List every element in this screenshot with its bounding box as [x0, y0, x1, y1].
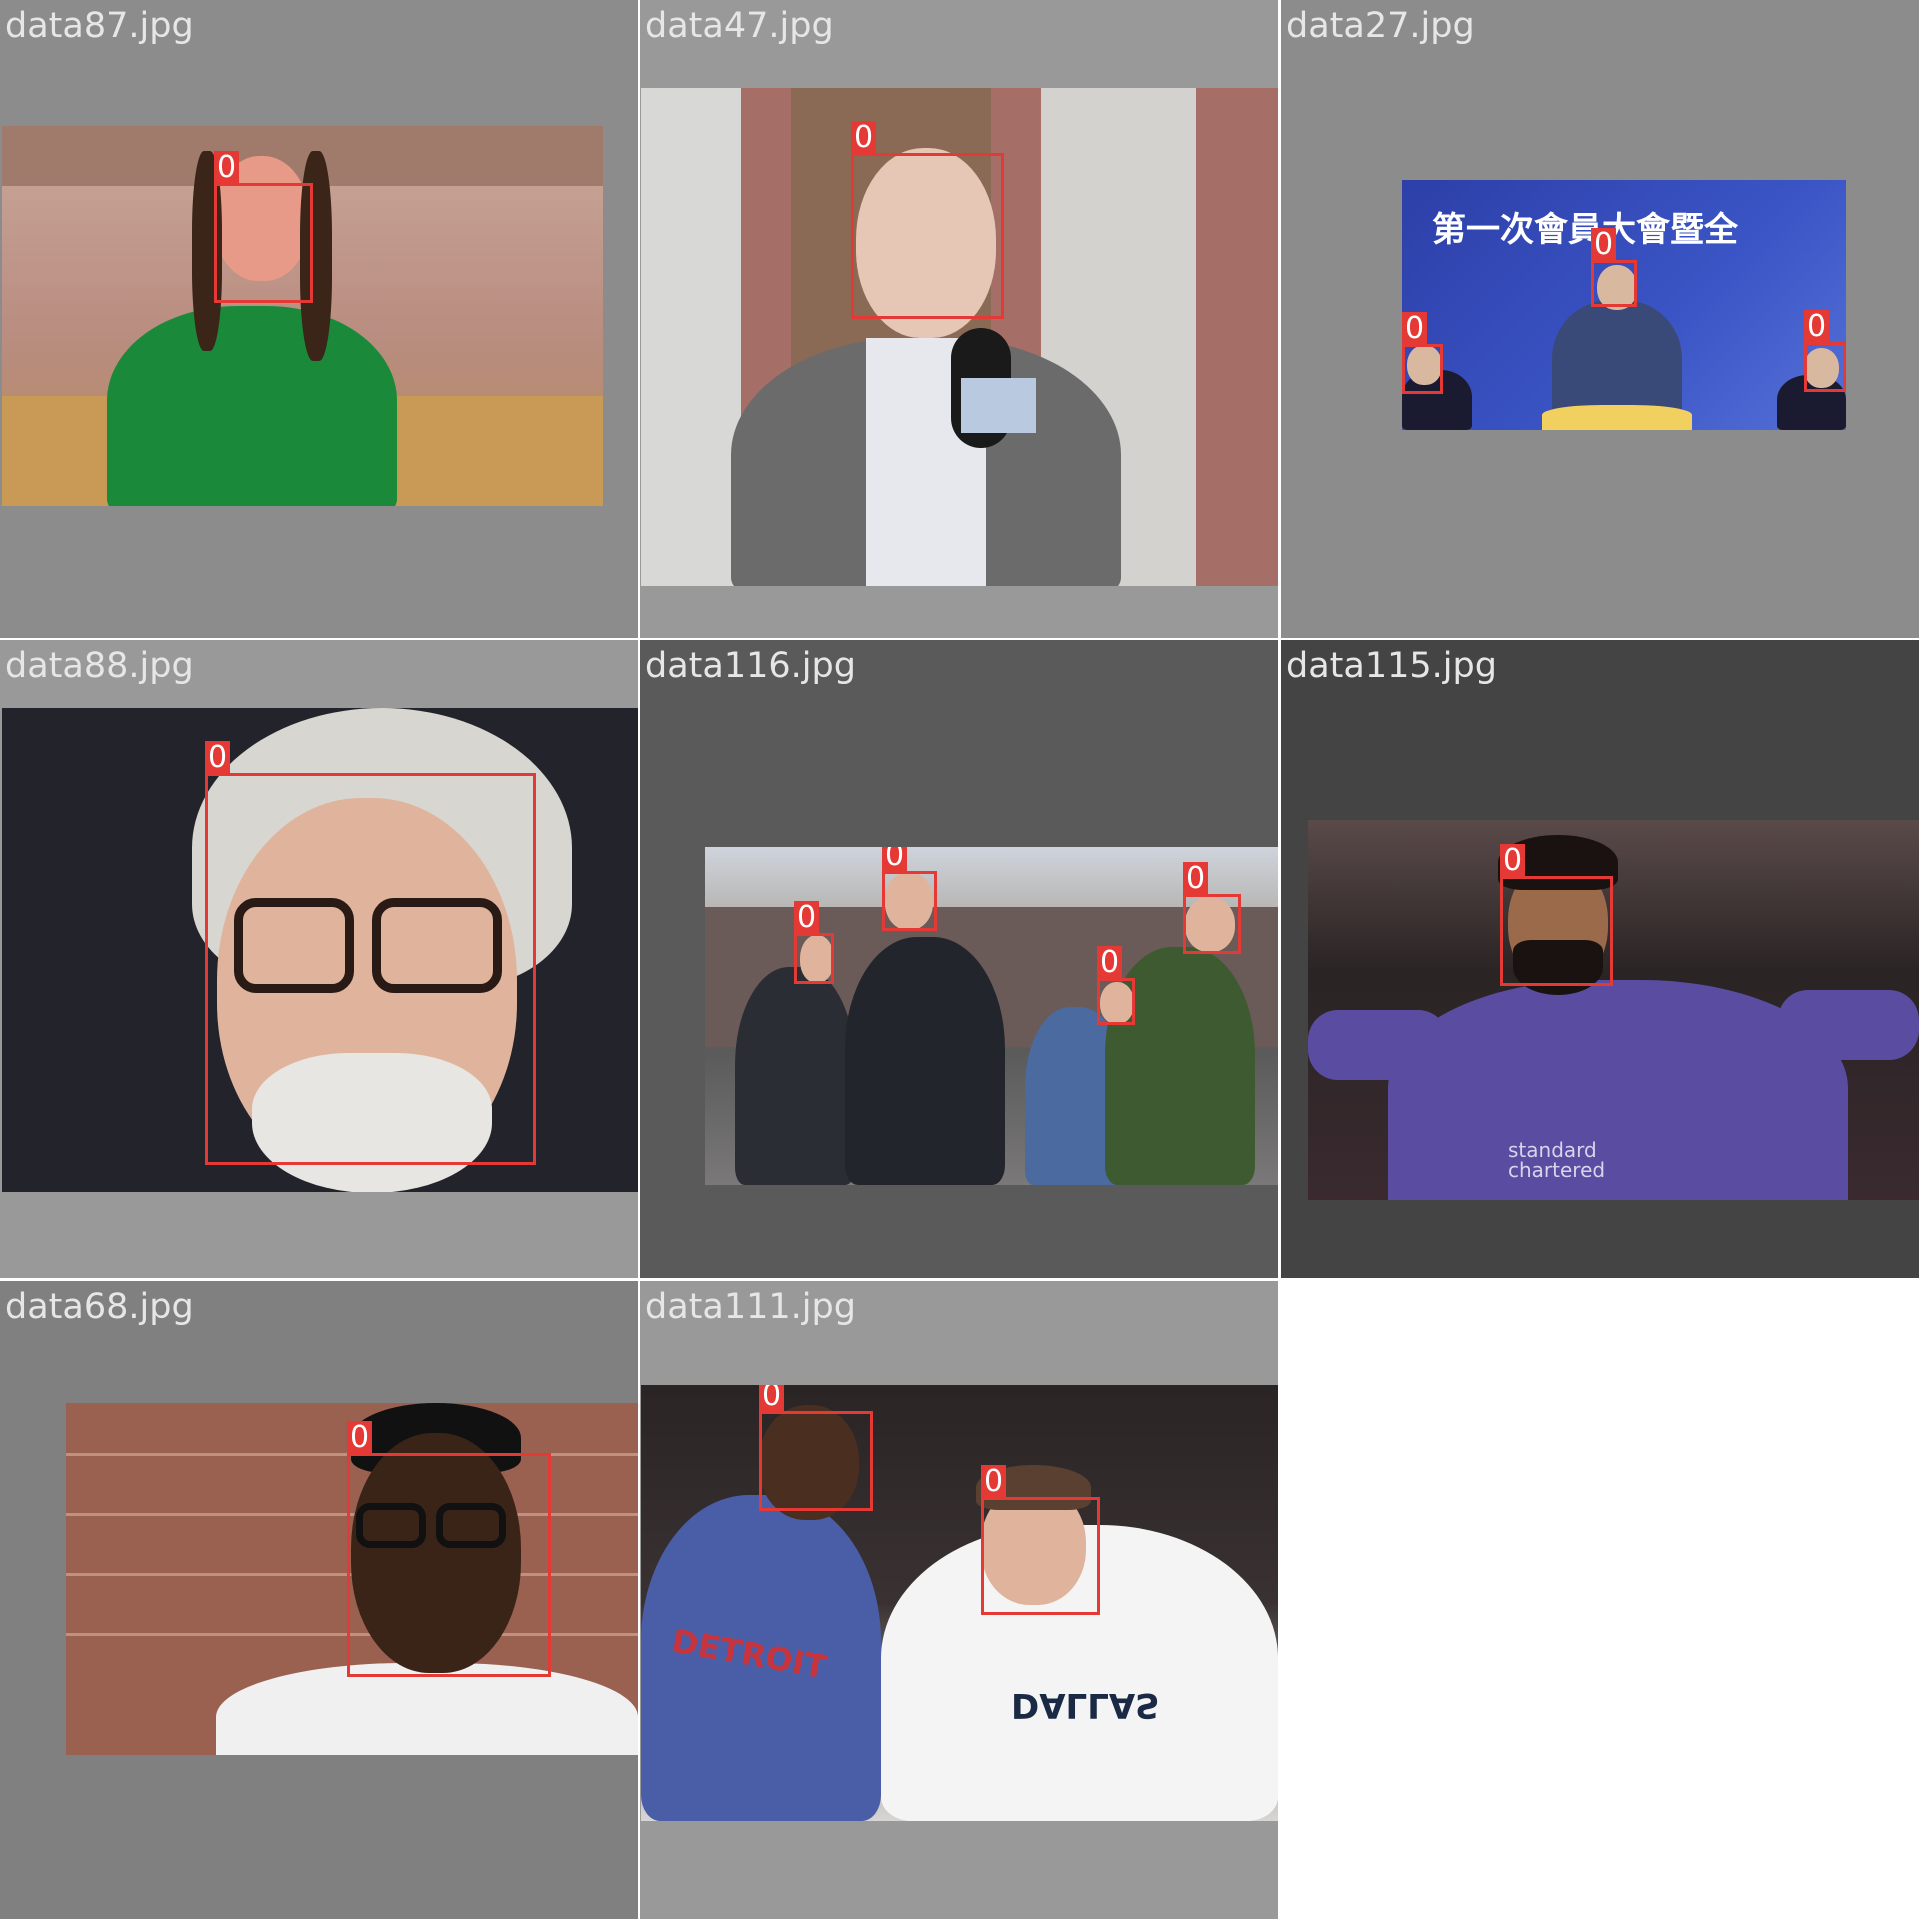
person-body	[735, 967, 855, 1185]
person-body	[107, 306, 397, 506]
jersey-text: DALLAS	[1011, 1685, 1160, 1725]
filename-label: data87.jpg	[5, 6, 194, 46]
person-body	[845, 937, 1005, 1185]
arm	[1778, 990, 1919, 1060]
class-label: 0	[794, 901, 820, 934]
class-label: 0	[851, 121, 877, 154]
class-label: 0	[1500, 844, 1526, 877]
class-label: 0	[1591, 228, 1617, 261]
class-label: 0	[1402, 312, 1428, 345]
photo-data115: standard chartered 0	[1308, 820, 1919, 1200]
face-bbox: 0	[205, 741, 536, 1165]
class-label: 0	[882, 847, 908, 872]
filename-label: data111.jpg	[645, 1287, 856, 1327]
photo-data68: 0	[66, 1403, 638, 1755]
face-bbox: 0	[1591, 228, 1637, 307]
photo-data116: 0 0 0 0	[705, 847, 1278, 1185]
face-bbox: 0	[882, 847, 937, 931]
flowers	[1542, 405, 1692, 430]
face-bbox: 0	[1402, 312, 1443, 394]
tile-data116: data116.jpg 0 0 0 0	[640, 640, 1278, 1278]
filename-label: data27.jpg	[1286, 6, 1475, 46]
tile-data111: data111.jpg DETROIT DALLAS 0 0	[640, 1281, 1278, 1919]
face-bbox: 0	[1183, 862, 1241, 954]
face-bbox: 0	[981, 1465, 1100, 1615]
face-bbox: 0	[759, 1385, 873, 1511]
tile-data27: data27.jpg 第一次會員大會暨全 0 0 0	[1281, 0, 1919, 638]
photo-data111: DETROIT DALLAS 0 0	[641, 1385, 1278, 1821]
tile-data115: data115.jpg standard chartered 0	[1281, 640, 1919, 1278]
face-bbox: 0	[1500, 844, 1613, 986]
class-label: 0	[214, 151, 240, 184]
filename-label: data88.jpg	[5, 646, 194, 686]
tile-data88: data88.jpg 0	[0, 640, 638, 1278]
face-bbox: 0	[794, 901, 834, 984]
photo-data88: 0	[2, 708, 638, 1192]
class-label: 0	[205, 741, 231, 774]
class-label: 0	[759, 1385, 785, 1412]
sponsor-text: standard chartered	[1508, 1138, 1606, 1182]
photo-data27: 第一次會員大會暨全 0 0 0	[1402, 180, 1846, 430]
face-bbox: 0	[214, 151, 313, 303]
class-label: 0	[1804, 310, 1830, 343]
banner-text: 第一次會員大會暨全	[1432, 210, 1738, 250]
tile-data87: data87.jpg 0	[0, 0, 638, 638]
face-bbox: 0	[851, 121, 1004, 319]
photo-data47: 0	[641, 88, 1278, 586]
tile-data68: data68.jpg 0	[0, 1281, 638, 1919]
face-bbox: 0	[1804, 310, 1846, 392]
filename-label: data68.jpg	[5, 1287, 194, 1327]
filename-label: data116.jpg	[645, 646, 856, 686]
class-label: 0	[347, 1421, 373, 1454]
tile-data47: data47.jpg 0	[640, 0, 1278, 638]
empty-tile	[1281, 1281, 1919, 1919]
class-label: 0	[1183, 862, 1209, 895]
face-bbox: 0	[347, 1421, 551, 1677]
face-bbox: 0	[1097, 946, 1135, 1025]
class-label: 0	[1097, 946, 1123, 979]
arm	[1308, 1010, 1448, 1080]
photo-data87: 0	[2, 126, 603, 506]
stone-pillar	[641, 88, 741, 586]
class-label: 0	[981, 1465, 1007, 1498]
microphone-flag	[961, 378, 1036, 433]
filename-label: data47.jpg	[645, 6, 834, 46]
filename-label: data115.jpg	[1286, 646, 1497, 686]
